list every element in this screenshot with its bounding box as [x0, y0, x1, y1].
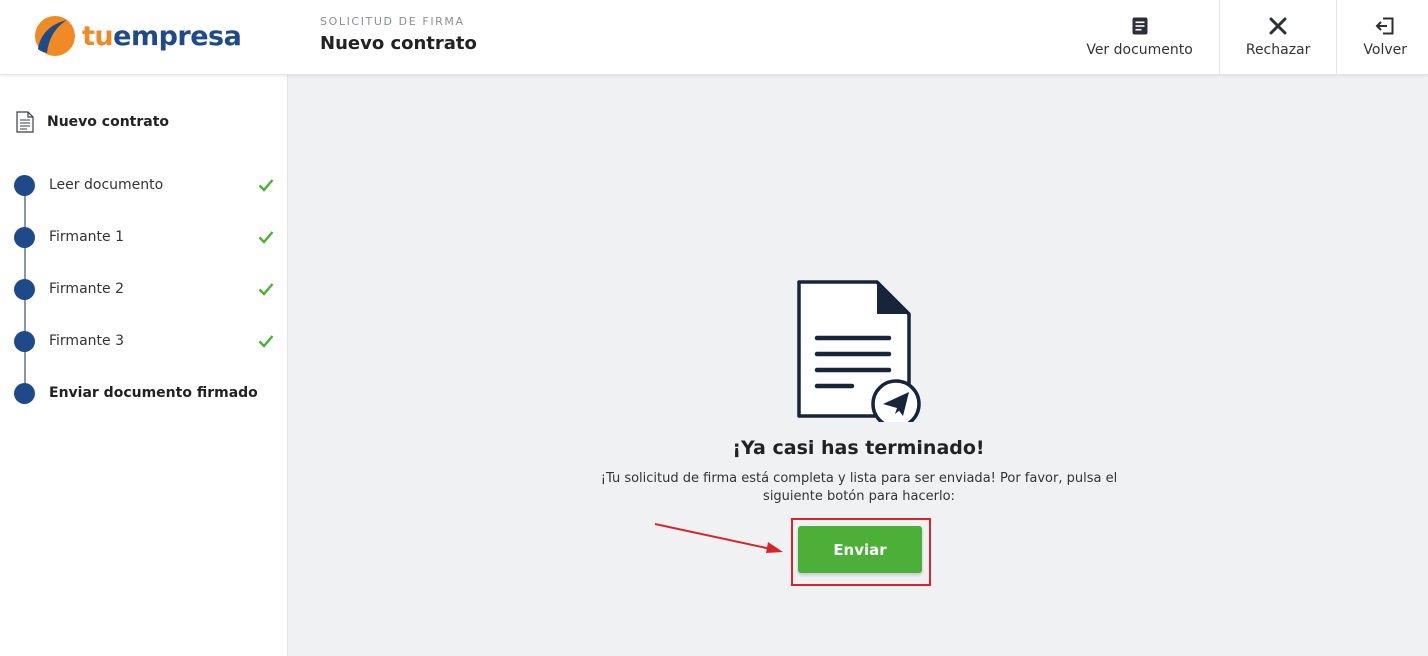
step-label: Firmante 3 — [49, 333, 124, 349]
step-label: Firmante 1 — [49, 229, 124, 245]
step-dot — [14, 174, 35, 196]
check-icon — [258, 231, 274, 244]
step-read-document[interactable]: Leer documento — [14, 159, 274, 232]
document-icon — [1130, 16, 1150, 36]
completion-description: ¡Tu solicitud de firma está completa y l… — [600, 471, 1118, 504]
annotation-arrow — [654, 523, 783, 553]
page-title: Nuevo contrato — [320, 33, 477, 54]
step-signer-1[interactable]: Firmante 1 — [14, 211, 274, 284]
back-label: Volver — [1363, 42, 1407, 58]
reject-button[interactable]: Rechazar — [1218, 0, 1337, 74]
view-document-label: Ver documento — [1086, 42, 1193, 58]
main-panel: ¡Ya casi has terminado! ¡Tu solicitud de… — [289, 75, 1428, 656]
step-dot — [14, 278, 35, 300]
check-icon — [258, 283, 274, 296]
step-dot — [14, 382, 35, 404]
page-kicker: SOLICITUD DE FIRMA — [320, 15, 465, 28]
exit-icon — [1375, 16, 1395, 36]
step-dot — [14, 330, 35, 352]
reject-label: Rechazar — [1245, 42, 1311, 58]
brand-logo-mark — [34, 15, 76, 57]
step-send-signed-document[interactable]: Enviar documento firmado — [14, 367, 274, 419]
brand-logo[interactable]: tuempresa — [34, 14, 242, 58]
sidebar: Nuevo contrato Leer documento Firmante 1… — [0, 75, 288, 656]
check-icon — [258, 179, 274, 192]
check-icon — [258, 335, 274, 348]
file-icon — [16, 111, 34, 133]
step-dot — [14, 226, 35, 248]
sidebar-document-title: Nuevo contrato — [16, 111, 169, 133]
step-signer-2[interactable]: Firmante 2 — [14, 263, 274, 336]
back-button[interactable]: Volver — [1336, 0, 1428, 74]
top-bar: tuempresa SOLICITUD DE FIRMA Nuevo contr… — [0, 0, 1428, 75]
step-label: Leer documento — [49, 177, 164, 193]
brand-wordmark: tuempresa — [82, 20, 242, 52]
close-icon — [1268, 16, 1288, 36]
header-actions: Ver documento Rechazar Volver — [1060, 0, 1428, 74]
step-signer-3[interactable]: Firmante 3 — [14, 315, 274, 388]
step-label: Enviar documento firmado — [49, 385, 258, 401]
step-label: Firmante 2 — [49, 281, 124, 297]
send-button[interactable]: Enviar — [798, 526, 922, 573]
steps-list: Leer documento Firmante 1 Firmante 2 Fir… — [14, 159, 274, 419]
sidebar-document-label: Nuevo contrato — [47, 114, 170, 130]
completion-heading: ¡Ya casi has terminado! — [732, 437, 985, 459]
view-document-button[interactable]: Ver documento — [1060, 0, 1219, 74]
page-title-block: SOLICITUD DE FIRMA Nuevo contrato — [320, 15, 477, 54]
send-document-icon — [797, 280, 921, 422]
